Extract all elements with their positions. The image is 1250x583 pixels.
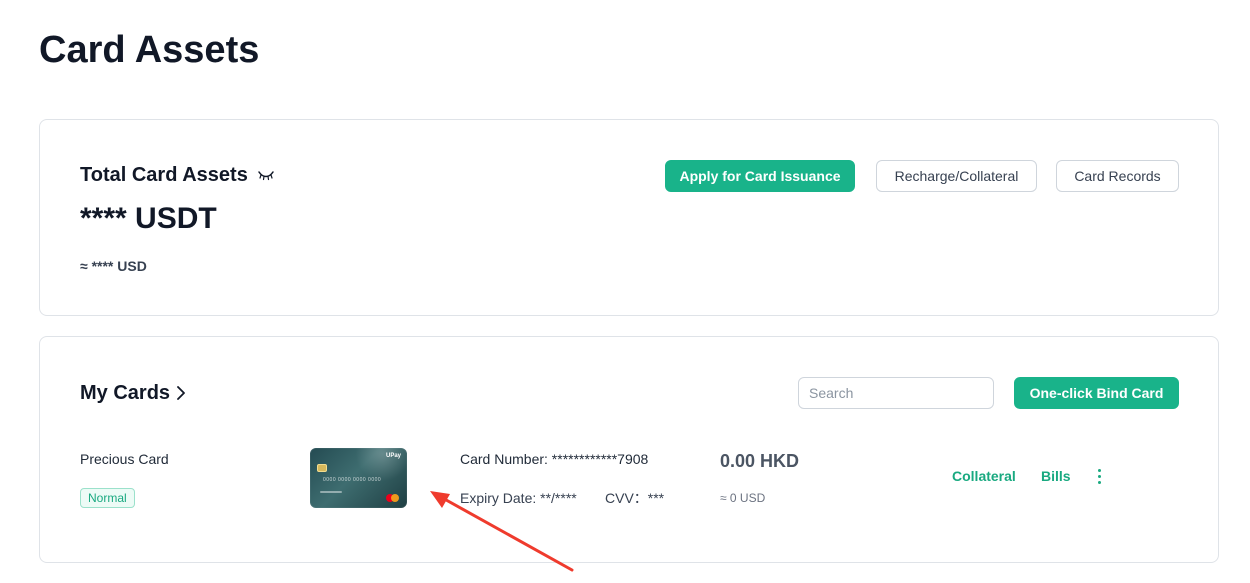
card-thumbnail[interactable]: UPay 0000 0000 0000 0000	[310, 448, 407, 508]
one-click-bind-card-button[interactable]: One-click Bind Card	[1014, 377, 1179, 409]
recharge-collateral-button[interactable]: Recharge/Collateral	[876, 160, 1037, 192]
card-thumbnail-detail-line	[320, 491, 342, 493]
card-thumbnail-digits: 0000 0000 0000 0000	[323, 477, 382, 483]
card-chip-icon	[317, 464, 327, 472]
total-assets-amount: **** USDT	[80, 202, 217, 235]
total-card-assets-panel: Total Card Assets **** USDT ≈ **** USD A…	[39, 119, 1219, 316]
card-number: Card Number: ************7908	[460, 451, 649, 467]
my-cards-title: My Cards	[80, 382, 171, 404]
total-assets-header: Total Card Assets	[80, 163, 276, 187]
card-balance-usd: ≈ 0 USD	[720, 491, 766, 505]
my-cards-link[interactable]: My Cards	[80, 381, 186, 405]
page-title: Card Assets	[39, 29, 260, 71]
bills-link[interactable]: Bills	[1041, 467, 1071, 485]
collateral-link[interactable]: Collateral	[952, 467, 1016, 485]
card-assets-page: Card Assets Total Card Assets **** USDT …	[0, 0, 1250, 583]
red-annotation-arrow-icon	[430, 491, 574, 572]
eye-closed-icon[interactable]	[256, 168, 276, 182]
more-dot-middle	[1097, 474, 1101, 478]
card-cvv: CVV：***	[605, 490, 665, 506]
card-name: Precious Card	[80, 451, 169, 467]
more-dot-bottom	[1097, 480, 1101, 484]
mastercard-yellow-circle	[391, 494, 399, 502]
chevron-right-icon	[176, 385, 186, 401]
total-assets-label: Total Card Assets	[80, 164, 248, 186]
card-brand-logo: UPay	[385, 453, 401, 459]
card-records-button[interactable]: Card Records	[1056, 160, 1179, 192]
more-vertical-icon[interactable]	[1094, 466, 1104, 486]
mastercard-logo-icon	[386, 494, 400, 502]
my-cards-panel: My Cards One-click Bind Card Precious Ca…	[39, 336, 1219, 563]
more-dot-top	[1097, 468, 1101, 472]
card-balance: 0.00 HKD	[720, 451, 800, 471]
status-badge: Normal	[80, 488, 135, 508]
total-assets-usd-equivalent: ≈ **** USD	[80, 258, 147, 274]
apply-card-issuance-button[interactable]: Apply for Card Issuance	[665, 160, 855, 192]
card-search-input[interactable]	[798, 377, 994, 409]
